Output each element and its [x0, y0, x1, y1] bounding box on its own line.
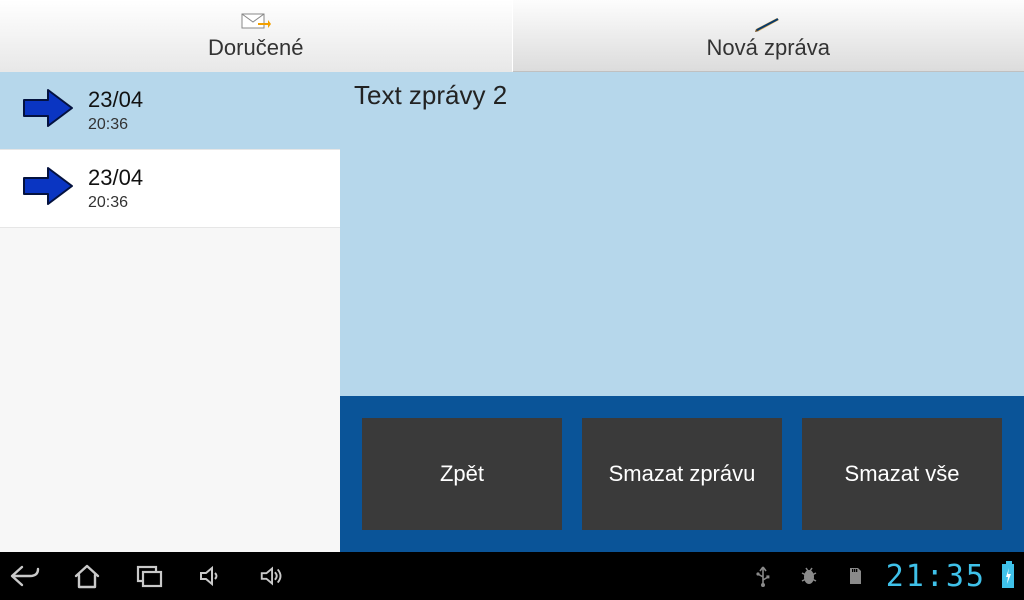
message-item[interactable]: 23/04 20:36 [0, 150, 340, 228]
message-item[interactable]: 23/04 20:36 [0, 72, 340, 150]
outgoing-arrow-icon [14, 84, 78, 137]
message-time: 20:36 [88, 115, 143, 134]
compose-pen-icon [753, 11, 783, 33]
message-time: 20:36 [88, 193, 143, 212]
battery-charging-icon [1002, 564, 1014, 588]
message-detail-pane: Text zprávy 2 Zpět Smazat zprávu Smazat … [340, 72, 1024, 552]
tab-compose[interactable]: Nová zpráva [513, 0, 1024, 72]
outgoing-arrow-icon [14, 162, 78, 215]
debug-status-icon [794, 561, 824, 591]
volume-down-icon[interactable] [196, 561, 226, 591]
message-list-empty-area [0, 228, 340, 552]
message-title: Text zprávy 2 [340, 72, 1024, 111]
system-nav-bar: 21:35 [0, 552, 1024, 600]
message-date: 23/04 [88, 165, 143, 191]
action-bar: Zpět Smazat zprávu Smazat vše [340, 396, 1024, 552]
inbox-mail-icon [241, 11, 271, 33]
sdcard-status-icon [840, 561, 870, 591]
message-date: 23/04 [88, 87, 143, 113]
home-nav-icon[interactable] [72, 561, 102, 591]
tab-inbox-label: Doručené [208, 35, 303, 61]
content-area: 23/04 20:36 23/04 20:36 Text zprávy 2 Zp… [0, 72, 1024, 552]
status-clock: 21:35 [886, 559, 986, 594]
usb-status-icon [748, 561, 778, 591]
message-body [340, 111, 1024, 396]
back-button[interactable]: Zpět [362, 418, 562, 530]
tab-compose-label: Nová zpráva [706, 35, 830, 61]
delete-message-button[interactable]: Smazat zprávu [582, 418, 782, 530]
back-nav-icon[interactable] [10, 561, 40, 591]
volume-up-icon[interactable] [258, 561, 288, 591]
delete-all-button[interactable]: Smazat vše [802, 418, 1002, 530]
top-tabbar: Doručené Nová zpráva [0, 0, 1024, 72]
message-list: 23/04 20:36 23/04 20:36 [0, 72, 340, 552]
tab-inbox[interactable]: Doručené [0, 0, 513, 72]
recent-apps-nav-icon[interactable] [134, 561, 164, 591]
